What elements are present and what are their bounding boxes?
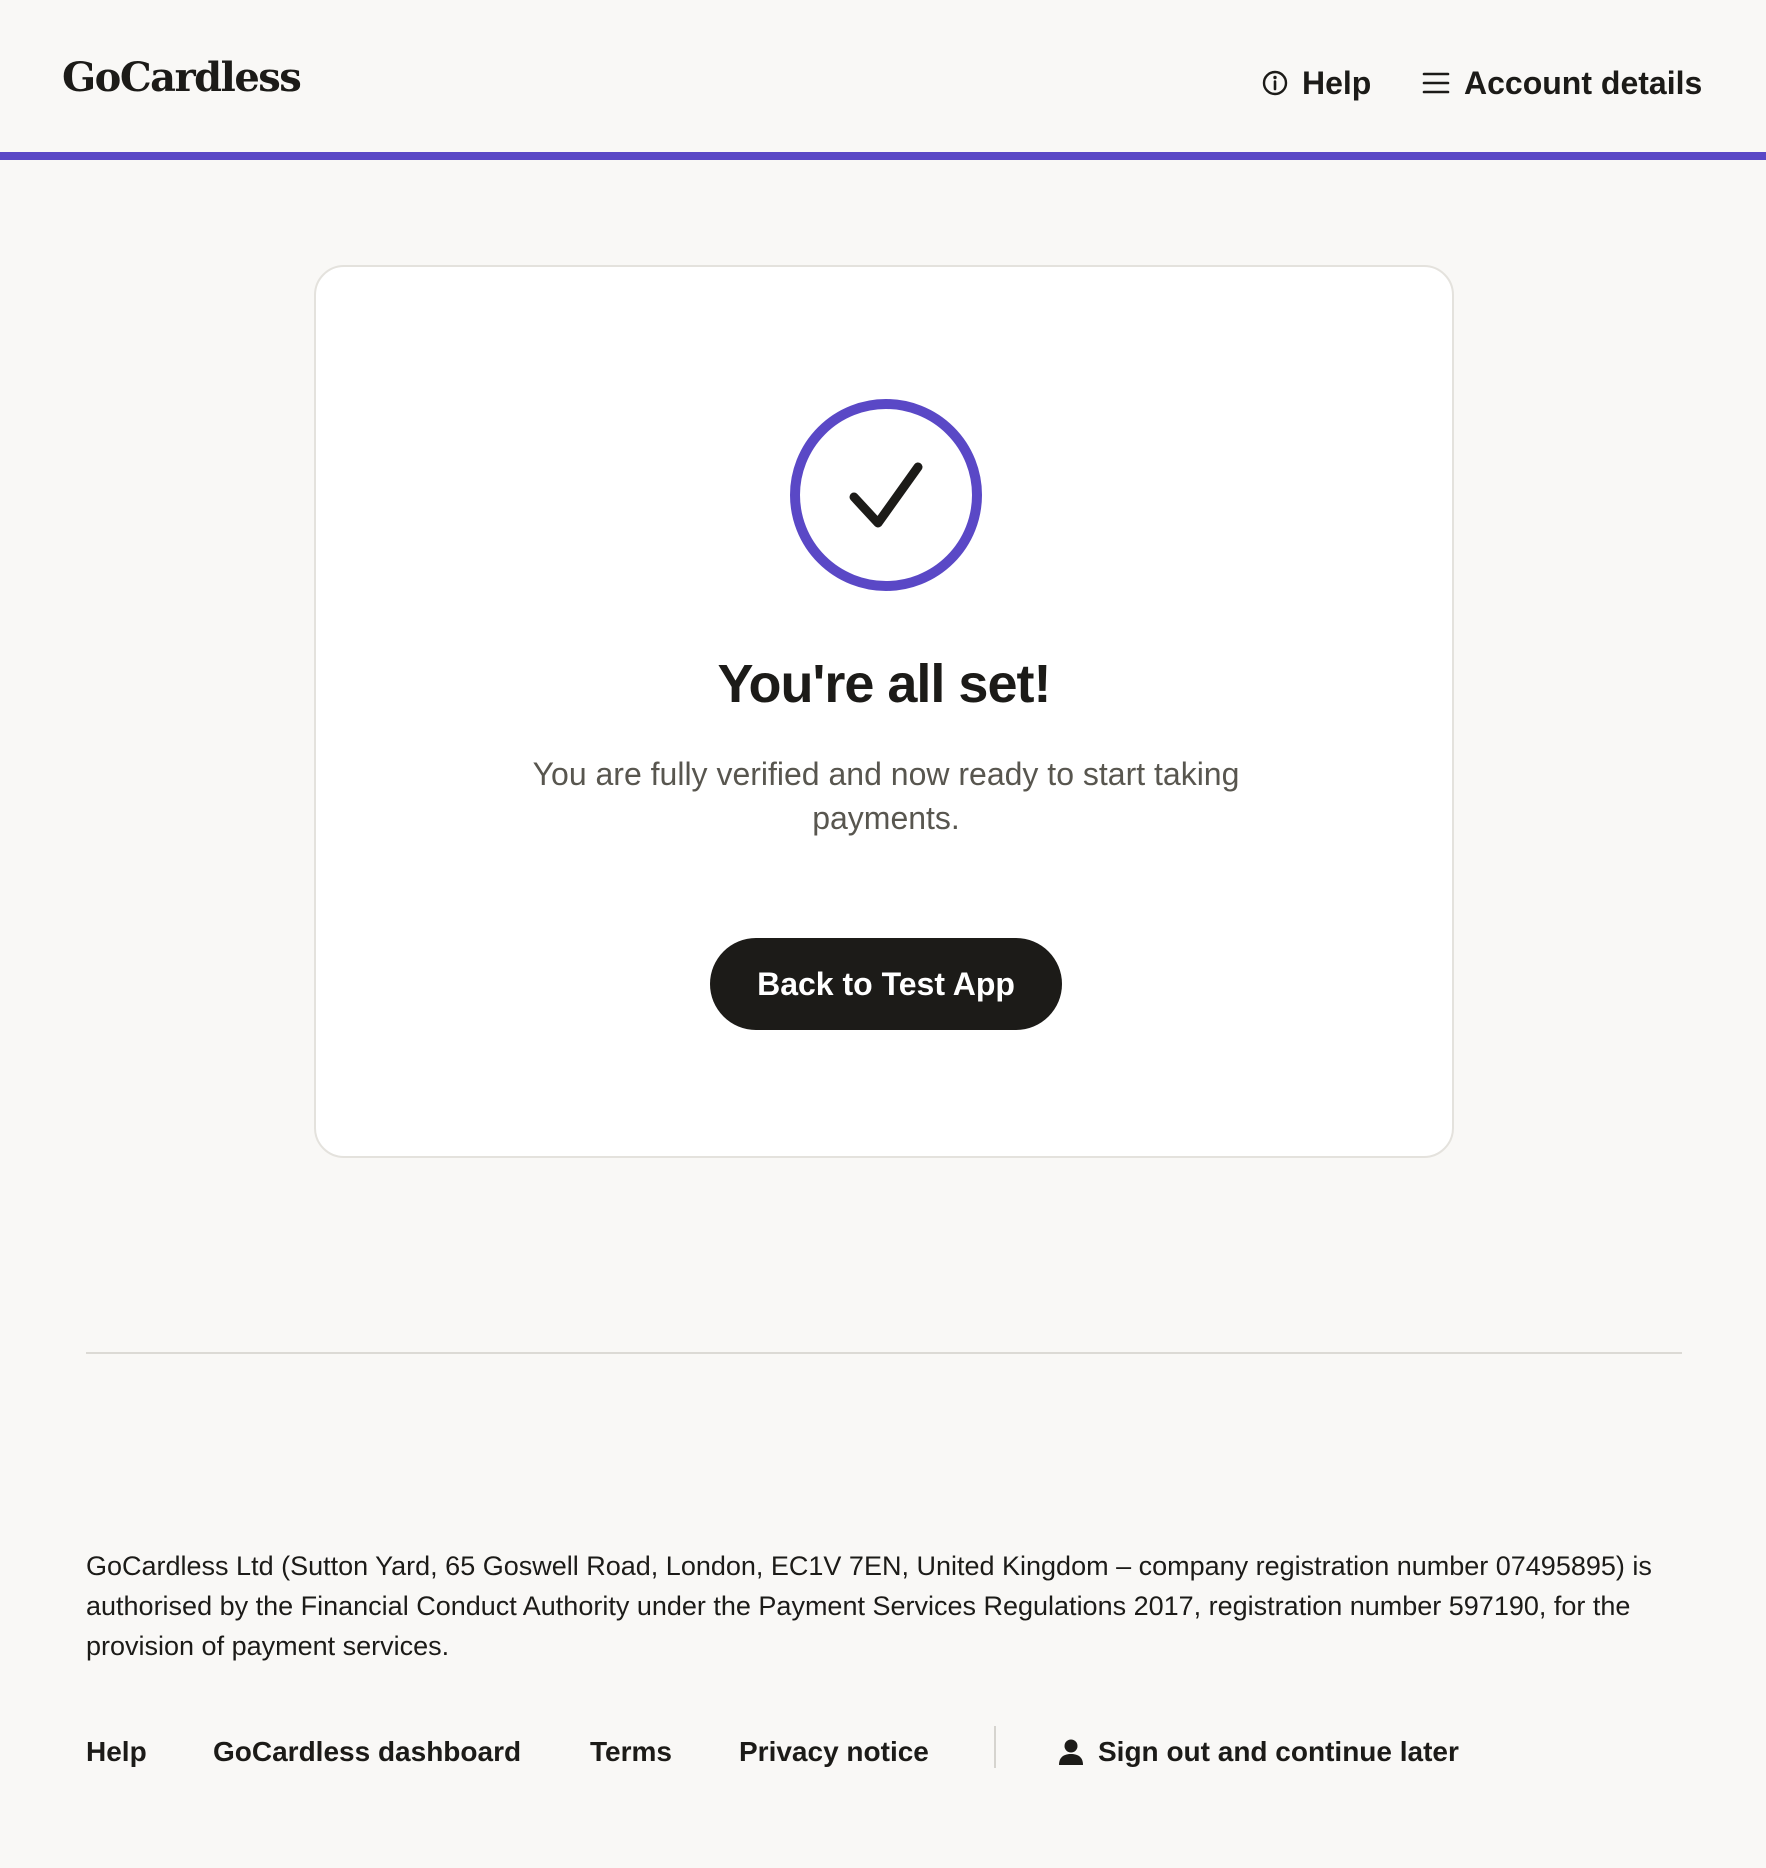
header-help-link[interactable]: Help: [1262, 67, 1371, 99]
check-circle-icon: [786, 395, 986, 595]
account-details-label: Account details: [1464, 65, 1703, 101]
header-help-label: Help: [1302, 65, 1372, 101]
sign-out-label: Sign out and continue later: [1098, 1736, 1459, 1767]
footer-nav: Help GoCardless dashboard Terms Privacy …: [86, 1726, 1686, 1776]
success-subtitle: You are fully verified and now ready to …: [532, 756, 1240, 836]
page: GoCardless Help Account details You're a…: [0, 0, 1766, 1868]
info-icon: [1262, 70, 1288, 96]
back-to-test-app-button[interactable]: Back to Test App: [710, 938, 1062, 1030]
footer-privacy-link[interactable]: Privacy notice: [739, 1732, 929, 1772]
success-card: You're all set! You are fully verified a…: [314, 265, 1454, 1158]
footer-divider: [86, 1352, 1682, 1354]
sign-out-link[interactable]: Sign out and continue later: [1058, 1732, 1459, 1772]
hamburger-menu-icon: [1422, 71, 1450, 95]
footer-help-link[interactable]: Help: [86, 1732, 147, 1772]
legal-notice: GoCardless Ltd (Sutton Yard, 65 Goswell …: [86, 1551, 1652, 1661]
footer-terms-link[interactable]: Terms: [590, 1732, 672, 1772]
top-header: GoCardless Help Account details: [0, 0, 1766, 160]
gocardless-logo[interactable]: GoCardless: [62, 58, 302, 98]
footer-dashboard-link[interactable]: GoCardless dashboard: [213, 1732, 521, 1772]
person-icon: [1058, 1738, 1084, 1766]
account-details-menu[interactable]: Account details: [1422, 67, 1702, 99]
footer-separator: [994, 1726, 996, 1768]
success-title: You're all set!: [717, 654, 1052, 714]
